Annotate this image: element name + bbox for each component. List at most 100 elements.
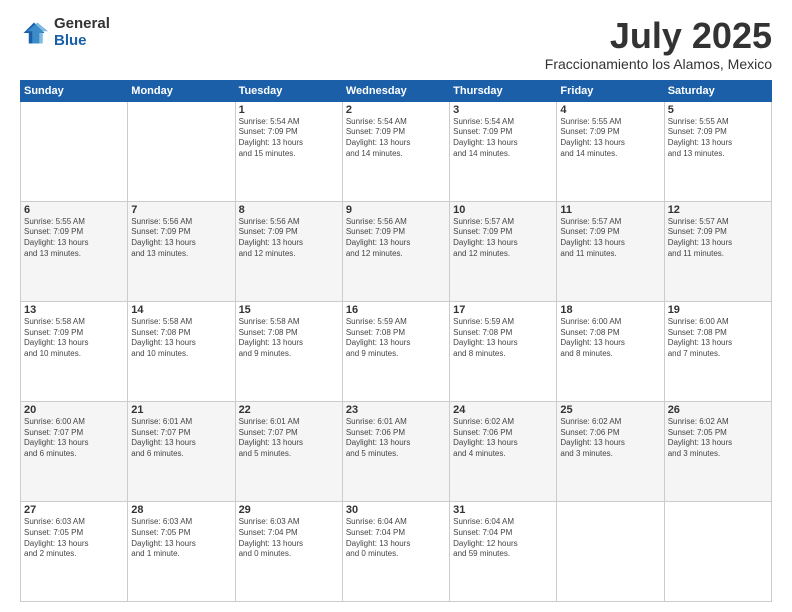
calendar-cell: 17Sunrise: 5:59 AM Sunset: 7:08 PM Dayli…	[450, 301, 557, 401]
logo: General Blue	[20, 16, 110, 49]
calendar-cell: 29Sunrise: 6:03 AM Sunset: 7:04 PM Dayli…	[235, 501, 342, 601]
day-number: 20	[24, 404, 124, 416]
calendar-cell	[128, 101, 235, 201]
day-info: Sunrise: 6:01 AM Sunset: 7:07 PM Dayligh…	[131, 417, 231, 460]
weekday-header-wednesday: Wednesday	[342, 80, 449, 101]
day-number: 13	[24, 304, 124, 316]
day-info: Sunrise: 5:58 AM Sunset: 7:09 PM Dayligh…	[24, 317, 124, 360]
day-number: 16	[346, 304, 446, 316]
calendar-cell: 18Sunrise: 6:00 AM Sunset: 7:08 PM Dayli…	[557, 301, 664, 401]
day-info: Sunrise: 6:02 AM Sunset: 7:05 PM Dayligh…	[668, 417, 768, 460]
day-info: Sunrise: 6:03 AM Sunset: 7:04 PM Dayligh…	[239, 517, 339, 560]
day-number: 4	[560, 104, 660, 116]
calendar-cell: 6Sunrise: 5:55 AM Sunset: 7:09 PM Daylig…	[21, 201, 128, 301]
calendar-cell: 20Sunrise: 6:00 AM Sunset: 7:07 PM Dayli…	[21, 401, 128, 501]
calendar-cell: 21Sunrise: 6:01 AM Sunset: 7:07 PM Dayli…	[128, 401, 235, 501]
weekday-header-saturday: Saturday	[664, 80, 771, 101]
calendar-cell: 27Sunrise: 6:03 AM Sunset: 7:05 PM Dayli…	[21, 501, 128, 601]
calendar-cell: 25Sunrise: 6:02 AM Sunset: 7:06 PM Dayli…	[557, 401, 664, 501]
day-info: Sunrise: 5:55 AM Sunset: 7:09 PM Dayligh…	[24, 217, 124, 260]
day-number: 11	[560, 204, 660, 216]
calendar-week-4: 20Sunrise: 6:00 AM Sunset: 7:07 PM Dayli…	[21, 401, 772, 501]
calendar-cell: 8Sunrise: 5:56 AM Sunset: 7:09 PM Daylig…	[235, 201, 342, 301]
page: General Blue July 2025 Fraccionamiento l…	[0, 0, 792, 612]
calendar-cell: 16Sunrise: 5:59 AM Sunset: 7:08 PM Dayli…	[342, 301, 449, 401]
calendar-cell	[664, 501, 771, 601]
calendar-cell	[557, 501, 664, 601]
calendar-cell: 7Sunrise: 5:56 AM Sunset: 7:09 PM Daylig…	[128, 201, 235, 301]
calendar-cell: 1Sunrise: 5:54 AM Sunset: 7:09 PM Daylig…	[235, 101, 342, 201]
day-number: 29	[239, 504, 339, 516]
day-number: 31	[453, 504, 553, 516]
calendar-cell: 26Sunrise: 6:02 AM Sunset: 7:05 PM Dayli…	[664, 401, 771, 501]
day-number: 30	[346, 504, 446, 516]
day-number: 3	[453, 104, 553, 116]
calendar-cell: 24Sunrise: 6:02 AM Sunset: 7:06 PM Dayli…	[450, 401, 557, 501]
day-number: 10	[453, 204, 553, 216]
day-info: Sunrise: 6:03 AM Sunset: 7:05 PM Dayligh…	[24, 517, 124, 560]
day-info: Sunrise: 5:58 AM Sunset: 7:08 PM Dayligh…	[239, 317, 339, 360]
calendar-cell	[21, 101, 128, 201]
day-info: Sunrise: 5:55 AM Sunset: 7:09 PM Dayligh…	[668, 117, 768, 160]
day-info: Sunrise: 6:00 AM Sunset: 7:08 PM Dayligh…	[560, 317, 660, 360]
day-info: Sunrise: 5:57 AM Sunset: 7:09 PM Dayligh…	[453, 217, 553, 260]
weekday-header-monday: Monday	[128, 80, 235, 101]
day-info: Sunrise: 5:56 AM Sunset: 7:09 PM Dayligh…	[239, 217, 339, 260]
weekday-header-friday: Friday	[557, 80, 664, 101]
month-title: July 2025	[545, 16, 772, 56]
day-number: 25	[560, 404, 660, 416]
day-number: 8	[239, 204, 339, 216]
day-number: 14	[131, 304, 231, 316]
day-info: Sunrise: 6:03 AM Sunset: 7:05 PM Dayligh…	[131, 517, 231, 560]
calendar-cell: 5Sunrise: 5:55 AM Sunset: 7:09 PM Daylig…	[664, 101, 771, 201]
day-info: Sunrise: 5:54 AM Sunset: 7:09 PM Dayligh…	[346, 117, 446, 160]
calendar-cell: 4Sunrise: 5:55 AM Sunset: 7:09 PM Daylig…	[557, 101, 664, 201]
calendar-cell: 19Sunrise: 6:00 AM Sunset: 7:08 PM Dayli…	[664, 301, 771, 401]
day-info: Sunrise: 5:57 AM Sunset: 7:09 PM Dayligh…	[560, 217, 660, 260]
day-number: 23	[346, 404, 446, 416]
day-info: Sunrise: 5:58 AM Sunset: 7:08 PM Dayligh…	[131, 317, 231, 360]
calendar-cell: 10Sunrise: 5:57 AM Sunset: 7:09 PM Dayli…	[450, 201, 557, 301]
day-info: Sunrise: 6:01 AM Sunset: 7:06 PM Dayligh…	[346, 417, 446, 460]
day-number: 12	[668, 204, 768, 216]
weekday-header-row: SundayMondayTuesdayWednesdayThursdayFrid…	[21, 80, 772, 101]
day-info: Sunrise: 6:00 AM Sunset: 7:08 PM Dayligh…	[668, 317, 768, 360]
logo-text: General Blue	[54, 16, 110, 49]
calendar-cell: 2Sunrise: 5:54 AM Sunset: 7:09 PM Daylig…	[342, 101, 449, 201]
day-number: 2	[346, 104, 446, 116]
day-number: 26	[668, 404, 768, 416]
weekday-header-thursday: Thursday	[450, 80, 557, 101]
day-number: 9	[346, 204, 446, 216]
location-title: Fraccionamiento los Alamos, Mexico	[545, 56, 772, 72]
day-number: 18	[560, 304, 660, 316]
calendar-week-5: 27Sunrise: 6:03 AM Sunset: 7:05 PM Dayli…	[21, 501, 772, 601]
day-info: Sunrise: 6:04 AM Sunset: 7:04 PM Dayligh…	[346, 517, 446, 560]
calendar-cell: 9Sunrise: 5:56 AM Sunset: 7:09 PM Daylig…	[342, 201, 449, 301]
calendar-week-1: 1Sunrise: 5:54 AM Sunset: 7:09 PM Daylig…	[21, 101, 772, 201]
day-number: 15	[239, 304, 339, 316]
calendar-cell: 30Sunrise: 6:04 AM Sunset: 7:04 PM Dayli…	[342, 501, 449, 601]
logo-general-label: General	[54, 16, 110, 33]
calendar-cell: 15Sunrise: 5:58 AM Sunset: 7:08 PM Dayli…	[235, 301, 342, 401]
logo-icon	[20, 19, 48, 47]
calendar-cell: 12Sunrise: 5:57 AM Sunset: 7:09 PM Dayli…	[664, 201, 771, 301]
calendar-week-3: 13Sunrise: 5:58 AM Sunset: 7:09 PM Dayli…	[21, 301, 772, 401]
day-number: 7	[131, 204, 231, 216]
day-number: 19	[668, 304, 768, 316]
calendar-table: SundayMondayTuesdayWednesdayThursdayFrid…	[20, 80, 772, 602]
calendar-cell: 3Sunrise: 5:54 AM Sunset: 7:09 PM Daylig…	[450, 101, 557, 201]
day-info: Sunrise: 5:56 AM Sunset: 7:09 PM Dayligh…	[346, 217, 446, 260]
day-info: Sunrise: 5:57 AM Sunset: 7:09 PM Dayligh…	[668, 217, 768, 260]
day-info: Sunrise: 6:04 AM Sunset: 7:04 PM Dayligh…	[453, 517, 553, 560]
day-number: 28	[131, 504, 231, 516]
day-info: Sunrise: 6:00 AM Sunset: 7:07 PM Dayligh…	[24, 417, 124, 460]
day-info: Sunrise: 5:59 AM Sunset: 7:08 PM Dayligh…	[453, 317, 553, 360]
day-number: 22	[239, 404, 339, 416]
day-number: 24	[453, 404, 553, 416]
day-number: 17	[453, 304, 553, 316]
day-number: 5	[668, 104, 768, 116]
weekday-header-sunday: Sunday	[21, 80, 128, 101]
weekday-header-tuesday: Tuesday	[235, 80, 342, 101]
logo-blue-label: Blue	[54, 33, 110, 50]
calendar-cell: 22Sunrise: 6:01 AM Sunset: 7:07 PM Dayli…	[235, 401, 342, 501]
